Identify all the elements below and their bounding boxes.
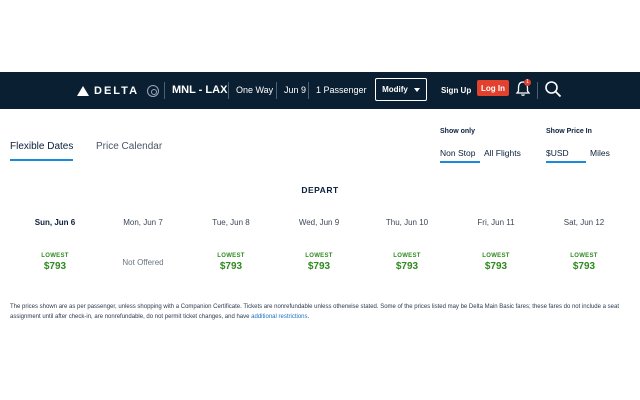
not-offered-text: Not Offered: [122, 258, 164, 267]
date-label: Wed, Jun 9: [298, 218, 340, 227]
header-divider: [537, 82, 538, 99]
date-label: Mon, Jun 7: [123, 218, 163, 227]
date-label: Thu, Jun 10: [385, 218, 429, 227]
header-divider: [164, 82, 165, 99]
fare-price: $793: [307, 261, 331, 272]
brand-name: DELTA: [94, 84, 140, 97]
passenger-count: 1 Passenger: [316, 85, 367, 95]
date-column[interactable]: Sat, Jun 12 LOWEST $793: [544, 218, 624, 272]
log-in-button[interactable]: Log In: [477, 80, 509, 96]
fare-price: $793: [395, 261, 419, 272]
date-label: Tue, Jun 8: [212, 218, 250, 227]
lowest-badge: LOWEST: [570, 253, 598, 259]
date-label: Sat, Jun 12: [563, 218, 605, 227]
disclaimer-end: .: [307, 314, 310, 320]
show-only-label: Show only: [440, 128, 475, 135]
fare-price: $793: [43, 261, 67, 272]
tab-price-calendar[interactable]: Price Calendar: [96, 141, 162, 161]
sign-up-link[interactable]: Sign Up: [441, 72, 471, 109]
fare-price: $793: [484, 261, 508, 272]
disclaimer-text: The prices shown are as per passenger, u…: [10, 304, 619, 320]
notification-badge: 1: [524, 79, 531, 86]
delta-logo[interactable]: DELTA: [77, 72, 160, 109]
date-column[interactable]: Sun, Jun 6 LOWEST $793: [15, 218, 95, 272]
header-divider: [276, 82, 277, 99]
fare-price: $793: [572, 261, 596, 272]
date-column[interactable]: Thu, Jun 10 LOWEST $793: [367, 218, 447, 272]
filter-non-stop[interactable]: Non Stop: [440, 148, 480, 163]
fare-price: $793: [219, 261, 243, 272]
currency-usd[interactable]: $USD: [546, 148, 586, 163]
search-icon[interactable]: [544, 80, 562, 98]
tab-flexible-dates[interactable]: Flexible Dates: [10, 141, 74, 161]
lowest-badge: LOWEST: [305, 253, 333, 259]
modify-label: Modify: [382, 85, 408, 94]
lowest-badge: LOWEST: [217, 253, 245, 259]
modify-button[interactable]: Modify: [375, 78, 427, 101]
lowest-badge: LOWEST: [41, 253, 69, 259]
trip-date: Jun 9: [284, 85, 307, 95]
delta-widget-icon: [77, 85, 89, 96]
date-column[interactable]: Tue, Jun 8 LOWEST $793: [191, 218, 271, 272]
date-column[interactable]: Wed, Jun 9 LOWEST $793: [279, 218, 359, 272]
lowest-badge: LOWEST: [482, 253, 510, 259]
show-price-in-label: Show Price In: [546, 128, 592, 135]
additional-restrictions-link[interactable]: additional restrictions: [251, 314, 307, 320]
fare-disclaimer: The prices shown are as per passenger, u…: [10, 302, 628, 322]
lowest-badge: LOWEST: [393, 253, 421, 259]
trip-type: One Way: [236, 85, 274, 95]
date-label: Sun, Jun 6: [34, 218, 76, 227]
header-divider: [308, 82, 309, 99]
date-column[interactable]: Fri, Jun 11 LOWEST $793: [456, 218, 536, 272]
filter-all-flights[interactable]: All Flights: [484, 148, 521, 158]
currency-miles[interactable]: Miles: [590, 148, 610, 158]
depart-heading: DEPART: [301, 185, 339, 195]
chevron-down-icon: [413, 87, 420, 92]
date-column: Mon, Jun 7 Not Offered: [103, 218, 183, 267]
header-divider: [228, 82, 229, 99]
route-label: MNL - LAX: [172, 84, 228, 96]
skyteam-icon: [147, 84, 160, 97]
date-label: Fri, Jun 11: [477, 218, 515, 227]
